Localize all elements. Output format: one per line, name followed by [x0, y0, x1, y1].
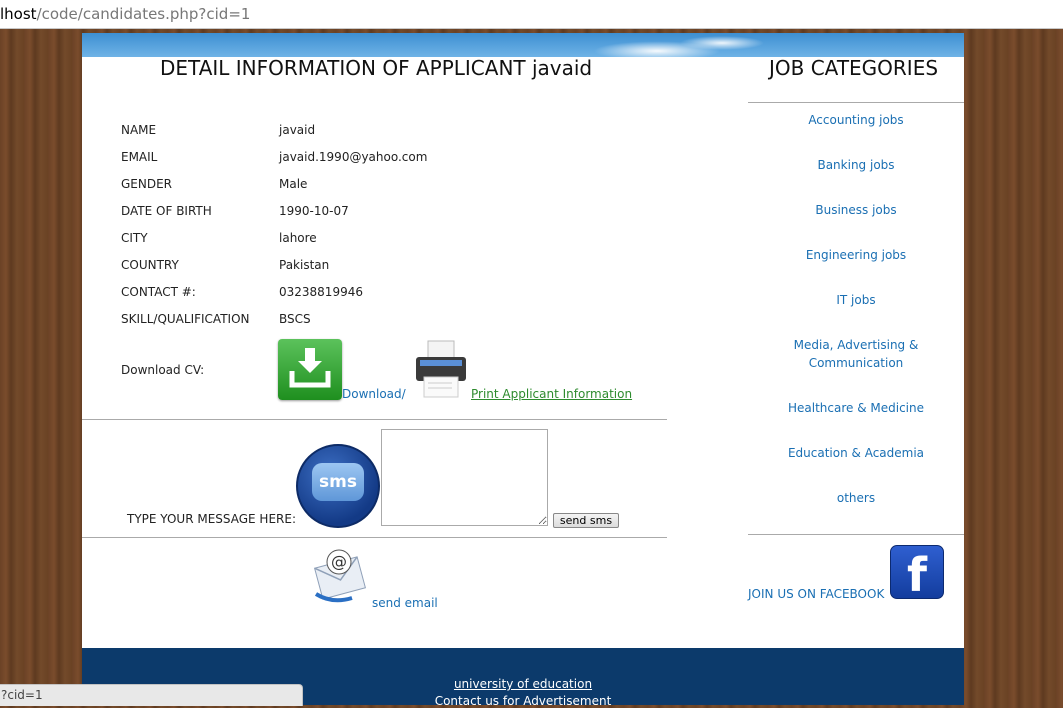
- detail-value-contact: 03238819946: [279, 285, 363, 299]
- detail-label-contact: CONTACT #:: [121, 285, 196, 299]
- url-path: /code/candidates.php?cid=1: [36, 5, 251, 23]
- message-textarea[interactable]: [381, 429, 548, 526]
- category-link-healthcare[interactable]: Healthcare & Medicine: [748, 399, 964, 417]
- category-link-banking[interactable]: Banking jobs: [748, 156, 964, 174]
- download-link-text[interactable]: Download: [342, 387, 402, 401]
- download-separator: /: [401, 387, 406, 401]
- detail-value-email: javaid.1990@yahoo.com: [279, 150, 428, 164]
- detail-value-name: javaid: [279, 123, 316, 137]
- category-link-engineering[interactable]: Engineering jobs: [748, 246, 964, 264]
- sms-icon: sms: [296, 444, 380, 528]
- sms-icon-text: sms: [312, 463, 364, 501]
- address-bar[interactable]: lhost/code/candidates.php?cid=1: [0, 0, 1063, 29]
- url-text[interactable]: lhost/code/candidates.php?cid=1: [0, 5, 250, 23]
- download-icon[interactable]: [278, 339, 342, 400]
- category-link-media[interactable]: Media, Advertising & Communication: [748, 336, 964, 372]
- detail-label-skill: SKILL/QUALIFICATION: [121, 312, 250, 326]
- send-sms-button[interactable]: send sms: [553, 513, 619, 528]
- category-link-others[interactable]: others: [748, 489, 964, 507]
- detail-label-email: EMAIL: [121, 150, 158, 164]
- message-label: TYPE YOUR MESSAGE HERE:: [127, 512, 297, 526]
- page-content: DETAIL INFORMATION OF APPLICANT javaid N…: [82, 33, 964, 708]
- detail-label-gender: GENDER: [121, 177, 173, 191]
- detail-label-country: COUNTRY: [121, 258, 179, 272]
- download-cv-label: Download CV:: [121, 363, 205, 377]
- sidebar: JOB CATEGORIES Accounting jobs Banking j…: [748, 33, 964, 648]
- detail-value-dob: 1990-10-07: [279, 204, 349, 218]
- send-email-link[interactable]: send email: [372, 596, 438, 610]
- category-link-accounting[interactable]: Accounting jobs: [748, 111, 964, 129]
- detail-value-city: lahore: [279, 231, 317, 245]
- facebook-label[interactable]: JOIN US ON FACEBOOK: [748, 587, 884, 601]
- detail-label-city: CITY: [121, 231, 148, 245]
- email-icon[interactable]: @: [312, 544, 370, 608]
- category-link-business[interactable]: Business jobs: [748, 201, 964, 219]
- download-link[interactable]: Download/: [342, 387, 406, 401]
- status-bar: ?cid=1: [0, 684, 303, 706]
- detail-value-country: Pakistan: [279, 258, 330, 272]
- print-applicant-link[interactable]: Print Applicant Information: [471, 387, 632, 401]
- detail-value-skill: BSCS: [279, 312, 311, 326]
- divider: [82, 419, 667, 420]
- url-host: lhost: [0, 5, 37, 23]
- divider: [82, 537, 667, 538]
- category-link-it[interactable]: IT jobs: [748, 291, 964, 309]
- detail-label-name: NAME: [121, 123, 157, 137]
- printer-icon[interactable]: [408, 337, 472, 401]
- facebook-icon[interactable]: f: [890, 545, 944, 602]
- detail-value-gender: Male: [279, 177, 308, 191]
- sidebar-divider: [748, 534, 964, 535]
- page-title: DETAIL INFORMATION OF APPLICANT javaid: [160, 56, 593, 80]
- categories-title: JOB CATEGORIES: [769, 56, 939, 80]
- detail-label-dob: DATE OF BIRTH: [121, 204, 212, 218]
- sidebar-divider: [748, 102, 964, 103]
- svg-text:@: @: [331, 552, 347, 571]
- category-link-education[interactable]: Education & Academia: [748, 444, 964, 462]
